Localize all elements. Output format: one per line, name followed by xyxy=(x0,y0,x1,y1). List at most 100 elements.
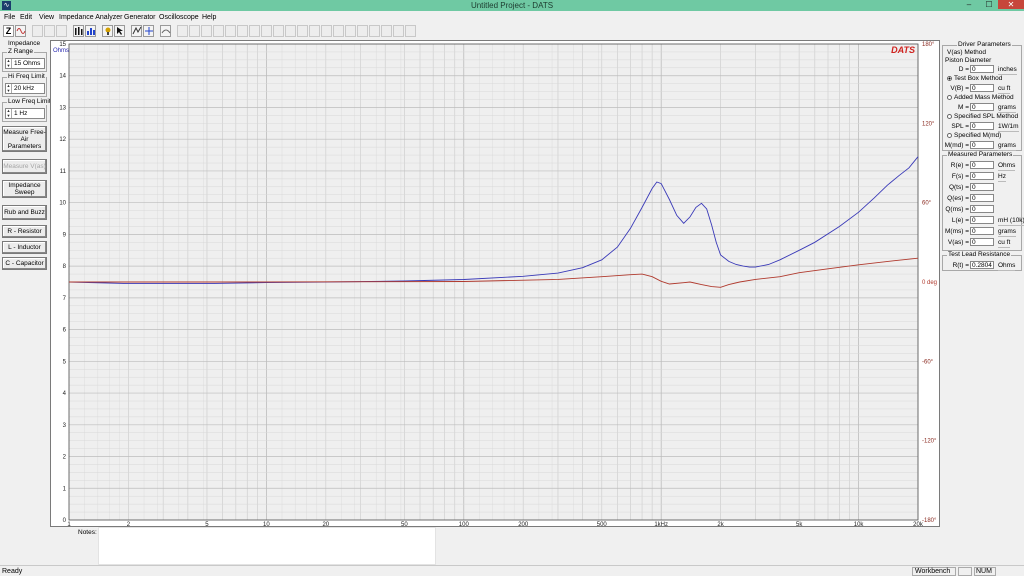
impedance-sweep-button[interactable]: Impedance Sweep xyxy=(2,180,47,198)
measured-field[interactable]: 0 xyxy=(970,183,994,191)
d-label: D = xyxy=(958,66,969,73)
spl-row: SPL = 0 1W/1m xyxy=(943,122,1023,132)
measure-vas-button: Measure V(as) xyxy=(2,159,47,174)
y-tick-label: 6 xyxy=(63,328,67,334)
test-box-radio[interactable]: Test Box Method xyxy=(947,74,1002,83)
test-lead-group: Test Lead Resistance R(t) = 0.2804 Ohms xyxy=(942,251,1022,271)
c-capacitor-button[interactable]: C - Capacitor xyxy=(2,257,47,270)
menu-file[interactable]: File xyxy=(4,13,15,22)
measured-field[interactable]: 0 xyxy=(970,172,994,180)
spl-field[interactable]: 0 xyxy=(970,122,994,130)
overlay-icon[interactable] xyxy=(160,25,171,37)
generator-mode-icon[interactable] xyxy=(15,25,26,37)
vas-method-caption: V(as) Method xyxy=(947,49,987,56)
spinner-arrows-icon[interactable]: ▲ ▼ xyxy=(6,58,12,68)
radio-icon[interactable] xyxy=(947,113,952,119)
tool-disabled-icon-18 xyxy=(345,25,356,37)
menu-view[interactable]: View xyxy=(39,13,54,22)
z-range-spinner[interactable]: ▲ ▼ 15 Ohms xyxy=(5,58,45,69)
measured-row: Q(es) = 0 xyxy=(943,194,1023,203)
spinner-arrows-icon[interactable]: ▲ ▼ xyxy=(6,108,12,118)
histogram-icon[interactable] xyxy=(85,25,96,37)
measured-label: Q(es) = xyxy=(947,195,969,202)
bars-icon[interactable] xyxy=(73,25,84,37)
x-tick-label: 10k xyxy=(854,522,865,526)
rt-field[interactable]: 0.2804 xyxy=(970,261,994,269)
tool-disabled-icon-5 xyxy=(189,25,200,37)
measured-unit: cu ft xyxy=(998,239,1011,248)
vb-label: V(B) = xyxy=(950,85,969,92)
impedance-caption: Impedance xyxy=(8,40,41,47)
vb-field[interactable]: 0 xyxy=(970,84,994,92)
measured-row: L(e) = 0 mH (10k) xyxy=(943,216,1024,226)
x-tick-label: 100 xyxy=(459,522,470,526)
title-bar: ∿ Untitled Project - DATS – ☐ ✕ xyxy=(0,0,1024,11)
measured-unit: mH (10k) xyxy=(998,217,1024,226)
driver-parameters-caption: Driver Parameters xyxy=(957,41,1012,48)
rub-and-buzz-button[interactable]: Rub and Buzz xyxy=(2,205,47,220)
added-mass-radio[interactable]: Added Mass Method xyxy=(947,93,1014,102)
measured-field[interactable]: 0 xyxy=(970,216,994,224)
m-field[interactable]: 0 xyxy=(970,103,994,111)
mmd-unit: grams xyxy=(998,142,1017,151)
tool-disabled-icon-3 xyxy=(56,25,67,37)
mmd-row: M(md) = 0 grams xyxy=(943,141,1023,151)
menu-edit[interactable]: Edit xyxy=(20,13,32,22)
measured-field[interactable]: 0 xyxy=(970,161,994,169)
measured-row: Q(ms) = 0 xyxy=(943,205,1023,214)
measured-label: V(as) = xyxy=(947,239,969,246)
driver-parameters-group: Driver Parameters V(as) Method Piston Di… xyxy=(942,41,1023,151)
close-button[interactable]: ✕ xyxy=(998,0,1024,9)
radio-icon[interactable] xyxy=(947,94,952,100)
maximize-button[interactable]: ☐ xyxy=(982,0,996,9)
help-pointer-icon[interactable] xyxy=(114,25,125,37)
impedance-chart[interactable]: 0 1 2 3 4 5 6 7 8 9 10 11 12 13 14 15 Ohms 1 2 5 10 20 50 100 20… xyxy=(50,40,940,527)
x-tick-label: 20 xyxy=(322,522,329,526)
radio-selected-icon[interactable] xyxy=(947,75,952,81)
mmd-field[interactable]: 0 xyxy=(970,141,994,149)
spinner-arrows-icon[interactable]: ▲ ▼ xyxy=(6,83,12,93)
specified-spl-radio[interactable]: Specified SPL Method xyxy=(947,112,1018,121)
measured-field[interactable]: 0 xyxy=(970,194,994,202)
chart-svg[interactable]: 0123456789101112131415Ohms1 2 5 10 20 50 100 20… xyxy=(51,41,939,526)
menu-oscilloscope[interactable]: Oscilloscope xyxy=(159,13,199,22)
measured-row: V(as) = 0 cu ft xyxy=(943,238,1023,248)
measured-field[interactable]: 0 xyxy=(970,238,994,246)
y2-tick-label: 120° xyxy=(922,121,935,127)
l-inductor-button[interactable]: L - Inductor xyxy=(2,241,47,254)
tool-disabled-icon-7 xyxy=(213,25,224,37)
tool-disabled-icon-11 xyxy=(261,25,272,37)
y-tick-label: 12 xyxy=(59,137,66,143)
measured-field[interactable]: 0 xyxy=(970,227,994,235)
tool-disabled-icon-9 xyxy=(237,25,248,37)
menu-impedance-analyzer[interactable]: Impedance Analyzer xyxy=(59,13,122,22)
measure-free-air-button[interactable]: Measure Free-Air Parameters xyxy=(2,126,47,152)
z-range-group: Z Range ▲ ▼ 15 Ohms xyxy=(2,48,47,72)
measured-field[interactable]: 0 xyxy=(970,205,994,213)
test-lead-caption: Test Lead Resistance xyxy=(947,251,1012,258)
rt-label: R(t) = xyxy=(952,262,969,269)
impedance-mode-icon[interactable]: Z xyxy=(3,25,14,37)
r-resistor-button[interactable]: R - Resistor xyxy=(2,225,47,238)
cursor-icon[interactable] xyxy=(143,25,154,37)
m-label: M = xyxy=(957,104,969,111)
driver-parameters-panel: Driver Parameters V(as) Method Piston Di… xyxy=(940,40,1024,273)
specified-mmd-radio[interactable]: Specified M(md) xyxy=(947,131,1001,140)
measured-label: F(s) = xyxy=(951,173,969,180)
rt-unit: Ohms xyxy=(998,262,1016,271)
notes-field[interactable] xyxy=(98,527,436,565)
tool-disabled-icon-16 xyxy=(321,25,332,37)
probe-icon[interactable] xyxy=(102,25,113,37)
menu-generator[interactable]: Generator xyxy=(124,13,156,22)
tool-disabled-icon-19 xyxy=(357,25,368,37)
radio-icon[interactable] xyxy=(947,132,952,138)
menu-help[interactable]: Help xyxy=(202,13,216,22)
x-tick-label: 5k xyxy=(796,522,803,526)
notes-label: Notes: xyxy=(78,529,97,536)
hi-freq-spinner[interactable]: ▲ ▼ 20 kHz xyxy=(5,83,45,94)
tool-disabled-icon-14 xyxy=(297,25,308,37)
d-field[interactable]: 0 xyxy=(970,65,994,73)
peak-icon[interactable] xyxy=(131,25,142,37)
low-freq-spinner[interactable]: ▲ ▼ 1 Hz xyxy=(5,108,45,119)
minimize-button[interactable]: – xyxy=(962,0,976,9)
